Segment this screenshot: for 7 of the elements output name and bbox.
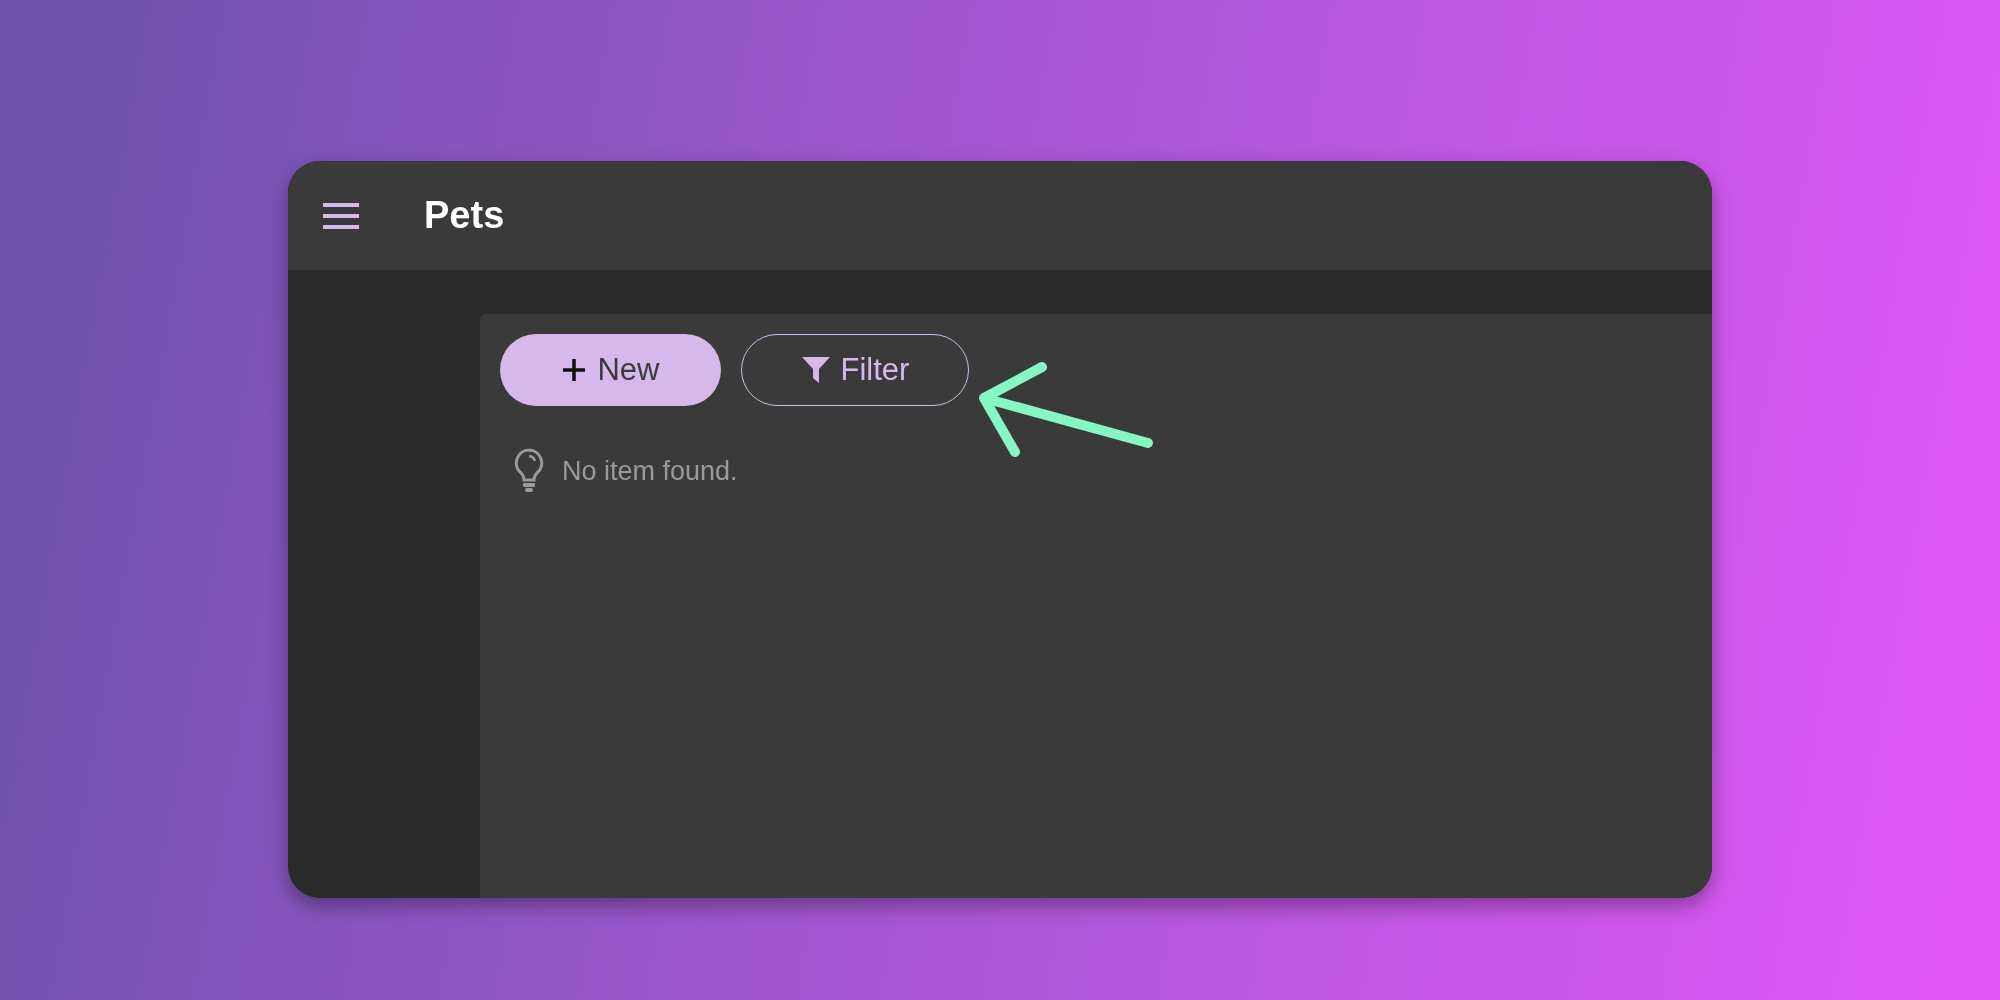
new-button[interactable]: New bbox=[500, 334, 721, 406]
empty-message: No item found. bbox=[562, 455, 738, 487]
menu-icon[interactable] bbox=[322, 201, 360, 230]
page-title: Pets bbox=[424, 194, 505, 237]
filter-icon bbox=[800, 356, 831, 384]
plus-icon bbox=[561, 357, 588, 383]
lightbulb-icon bbox=[514, 448, 544, 494]
